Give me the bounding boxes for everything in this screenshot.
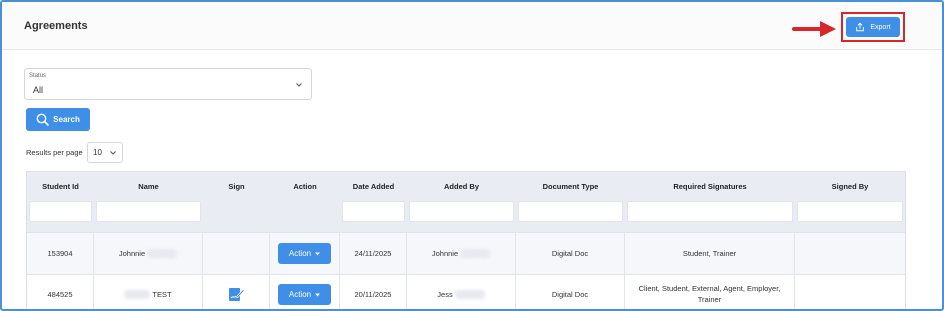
filter-required-signatures[interactable]	[627, 201, 793, 222]
cell-sign	[203, 233, 270, 274]
table-row: 484525 TEST Action 20/11/2025 Jess Digit…	[27, 274, 905, 309]
redacted-blur	[124, 290, 151, 299]
cell-student-id: 153904	[27, 233, 94, 274]
col-student-id[interactable]: Student Id	[27, 182, 94, 191]
cell-name: Johnnie	[94, 233, 203, 274]
chevron-down-icon	[296, 83, 302, 87]
cell-date-added: 24/11/2025	[340, 233, 407, 274]
search-label: Search	[53, 115, 80, 124]
chevron-down-icon	[110, 151, 116, 155]
cell-document-type: Digital Doc	[516, 275, 625, 309]
caret-down-icon	[315, 252, 321, 255]
status-value: All	[33, 85, 44, 95]
export-label: Export	[870, 23, 891, 31]
cell-action: Action	[270, 233, 340, 274]
action-label: Action	[288, 290, 312, 299]
cell-required-signatures: Student, Trainer	[625, 233, 795, 274]
results-per-page-select[interactable]: 10	[87, 142, 123, 163]
redacted-blur	[147, 249, 178, 258]
cell-signed-by	[795, 233, 905, 274]
name-text: TEST	[152, 290, 172, 299]
filter-added-by[interactable]	[409, 201, 514, 222]
table-header: Student Id Name Sign Action Date Added A…	[27, 172, 905, 232]
col-required-signatures[interactable]: Required Signatures	[625, 182, 795, 191]
app-frame: Agreements Export Status All Search Resu…	[0, 0, 944, 311]
name-text: Johnnie	[118, 249, 146, 258]
cell-added-by: Jess	[407, 275, 516, 309]
filter-date-added[interactable]	[342, 201, 405, 222]
col-sign: Sign	[228, 182, 245, 191]
cell-signed-by	[795, 275, 905, 309]
cell-added-by: Johnnie	[407, 233, 516, 274]
cell-name: TEST	[94, 275, 203, 309]
table-row: 153904 Johnnie Action 24/11/2025 Johnnie…	[27, 232, 905, 274]
col-name[interactable]: Name	[94, 182, 203, 191]
col-action: Action	[293, 182, 317, 191]
page-header: Agreements Export	[2, 2, 942, 50]
cell-sign	[203, 275, 270, 309]
col-document-type[interactable]: Document Type	[516, 182, 625, 191]
added-by-text: Johnnie	[431, 249, 459, 258]
search-icon	[36, 113, 49, 126]
filter-document-type[interactable]	[518, 201, 623, 222]
added-by-text: Jess	[437, 290, 453, 299]
col-date-added[interactable]: Date Added	[340, 182, 407, 191]
export-button[interactable]: Export	[846, 17, 900, 37]
col-signed-by[interactable]: Signed By	[795, 182, 905, 191]
search-button[interactable]: Search	[26, 108, 90, 131]
action-label: Action	[288, 249, 312, 258]
col-added-by[interactable]: Added By	[407, 182, 516, 191]
results-per-page-value: 10	[93, 148, 102, 157]
cell-student-id: 484525	[27, 275, 94, 309]
filter-signed-by[interactable]	[797, 201, 903, 222]
redacted-blur	[454, 290, 485, 299]
status-select[interactable]: Status All	[24, 68, 312, 100]
caret-down-icon	[315, 293, 321, 296]
cell-required-signatures: Client, Student, External, Agent, Employ…	[625, 275, 795, 309]
export-icon	[856, 22, 865, 32]
filter-name[interactable]	[96, 201, 201, 222]
arrow-right-icon	[792, 21, 836, 37]
action-button[interactable]: Action	[278, 243, 331, 264]
cell-action: Action	[270, 275, 340, 309]
cell-date-added: 20/11/2025	[340, 275, 407, 309]
page-title: Agreements	[24, 20, 88, 32]
redacted-blur	[460, 249, 491, 258]
status-label: Status	[29, 73, 47, 79]
action-button[interactable]: Action	[278, 284, 331, 305]
cell-document-type: Digital Doc	[516, 233, 625, 274]
filter-student-id[interactable]	[29, 201, 92, 222]
results-per-page-label: Results per page	[26, 148, 83, 157]
sign-document-icon[interactable]	[228, 286, 245, 304]
agreements-table: Student Id Name Sign Action Date Added A…	[26, 171, 906, 309]
